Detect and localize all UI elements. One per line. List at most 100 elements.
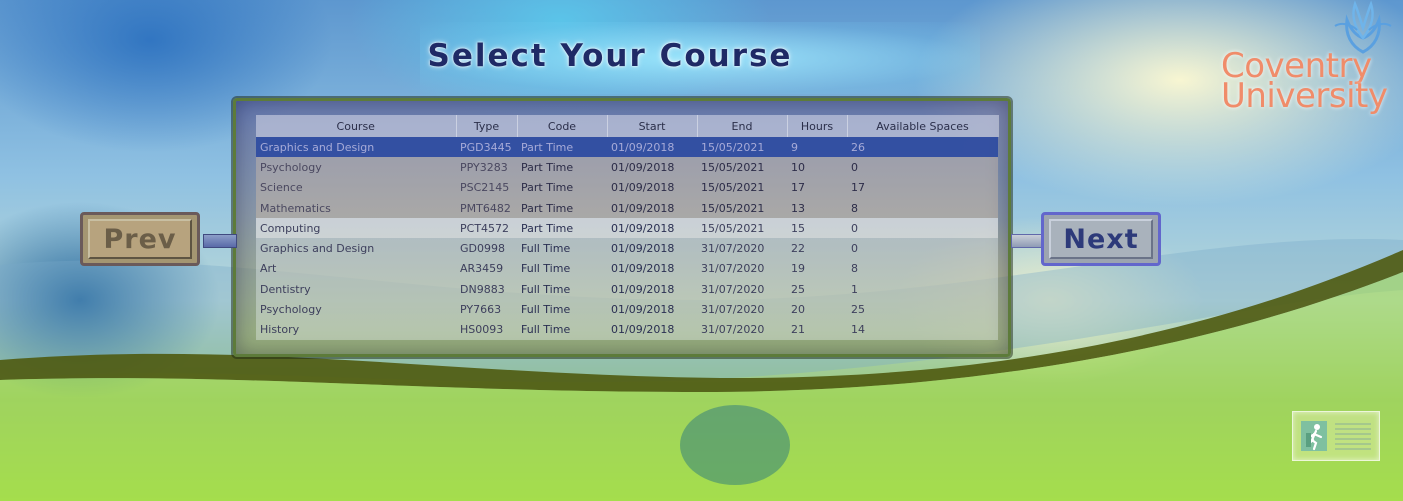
column-header[interactable]: Course bbox=[256, 115, 457, 137]
cell-course: Graphics and Design bbox=[256, 137, 456, 158]
cell-course: Graphics and Design bbox=[256, 238, 456, 259]
page-title: Select Your Course bbox=[427, 38, 793, 74]
cell-start: 01/09/2018 bbox=[607, 319, 697, 340]
cell-type: AR3459 bbox=[456, 258, 517, 280]
cell-course: Science bbox=[256, 177, 456, 198]
cell-end: 15/05/2021 bbox=[697, 157, 787, 178]
cell-code: Part Time bbox=[517, 197, 607, 219]
logo-word-2: University bbox=[1221, 76, 1388, 116]
exit-icon bbox=[1301, 421, 1371, 451]
column-header[interactable]: End bbox=[697, 115, 788, 137]
cell-end: 31/07/2020 bbox=[697, 238, 787, 259]
cell-end: 31/07/2020 bbox=[697, 299, 787, 320]
cell-spaces: 14 bbox=[847, 319, 998, 340]
table-row[interactable]: Graphics and Design GD0998 Full Time 01/… bbox=[256, 238, 998, 259]
cell-hours: 15 bbox=[787, 218, 847, 239]
next-button-label: Next bbox=[1049, 219, 1153, 259]
table-row[interactable]: Science PSC2145 Part Time 01/09/2018 15/… bbox=[256, 177, 998, 198]
table-row[interactable]: Psychology PPY3283 Part Time 01/09/2018 … bbox=[256, 157, 998, 178]
cell-spaces: 17 bbox=[847, 177, 998, 198]
cell-spaces: 0 bbox=[847, 238, 998, 259]
cell-course: Psychology bbox=[256, 157, 456, 178]
column-header[interactable]: Type bbox=[456, 115, 518, 137]
next-button[interactable]: Next bbox=[1041, 212, 1161, 266]
prev-connector bbox=[203, 234, 237, 248]
cell-course: Art bbox=[256, 258, 456, 280]
cell-end: 15/05/2021 bbox=[697, 218, 787, 239]
cell-start: 01/09/2018 bbox=[607, 197, 697, 219]
cell-type: PMT6482 bbox=[456, 197, 517, 219]
cell-code: Full Time bbox=[517, 299, 607, 320]
exit-button[interactable] bbox=[1292, 411, 1380, 461]
cell-start: 01/09/2018 bbox=[607, 279, 697, 300]
cell-spaces: 25 bbox=[847, 299, 998, 320]
cell-hours: 17 bbox=[787, 177, 847, 198]
prev-button[interactable]: Prev bbox=[80, 212, 200, 266]
cell-start: 01/09/2018 bbox=[607, 157, 697, 178]
column-header[interactable]: Available Spaces bbox=[847, 115, 999, 137]
cell-code: Full Time bbox=[517, 238, 607, 259]
cell-type: PPY3283 bbox=[456, 157, 517, 178]
table-row[interactable]: Computing PCT4572 Part Time 01/09/2018 1… bbox=[256, 218, 998, 239]
cell-code: Full Time bbox=[517, 258, 607, 280]
cell-end: 15/05/2021 bbox=[697, 177, 787, 198]
column-header[interactable]: Hours bbox=[787, 115, 848, 137]
cell-type: HS0093 bbox=[456, 319, 517, 340]
cell-spaces: 8 bbox=[847, 197, 998, 219]
cell-spaces: 0 bbox=[847, 218, 998, 239]
cell-start: 01/09/2018 bbox=[607, 177, 697, 198]
next-connector bbox=[1011, 234, 1045, 248]
cell-hours: 9 bbox=[787, 137, 847, 158]
cell-start: 01/09/2018 bbox=[607, 137, 697, 158]
cell-start: 01/09/2018 bbox=[607, 218, 697, 239]
cell-hours: 13 bbox=[787, 197, 847, 219]
cell-hours: 10 bbox=[787, 157, 847, 178]
cell-course: Dentistry bbox=[256, 279, 456, 300]
cell-spaces: 1 bbox=[847, 279, 998, 300]
table-row[interactable]: Psychology PY7663 Full Time 01/09/2018 3… bbox=[256, 299, 998, 320]
coventry-university-logo: Coventry University bbox=[1215, 0, 1395, 120]
cell-hours: 25 bbox=[787, 279, 847, 300]
cell-type: PGD3445 bbox=[456, 137, 517, 158]
cell-code: Part Time bbox=[517, 218, 607, 239]
cell-type: PY7663 bbox=[456, 299, 517, 320]
cell-type: PCT4572 bbox=[456, 218, 517, 239]
prev-button-label: Prev bbox=[88, 219, 192, 259]
table-header-row: Course Type Code Start End Hours Availab… bbox=[256, 115, 999, 137]
cell-code: Full Time bbox=[517, 279, 607, 300]
cell-spaces: 26 bbox=[847, 137, 998, 158]
cell-start: 01/09/2018 bbox=[607, 258, 697, 280]
cell-start: 01/09/2018 bbox=[607, 299, 697, 320]
cell-end: 31/07/2020 bbox=[697, 279, 787, 300]
cell-code: Part Time bbox=[517, 137, 607, 158]
cell-spaces: 8 bbox=[847, 258, 998, 280]
cell-course: Psychology bbox=[256, 299, 456, 320]
cell-end: 31/07/2020 bbox=[697, 319, 787, 340]
cell-hours: 21 bbox=[787, 319, 847, 340]
cell-course: Mathematics bbox=[256, 197, 456, 219]
cell-code: Part Time bbox=[517, 177, 607, 198]
cell-hours: 20 bbox=[787, 299, 847, 320]
cell-end: 15/05/2021 bbox=[697, 197, 787, 219]
table-row[interactable]: Dentistry DN9883 Full Time 01/09/2018 31… bbox=[256, 279, 998, 300]
cell-spaces: 0 bbox=[847, 157, 998, 178]
cell-code: Full Time bbox=[517, 319, 607, 340]
cell-type: GD0998 bbox=[456, 238, 517, 259]
cell-hours: 19 bbox=[787, 258, 847, 280]
course-table[interactable]: Course Type Code Start End Hours Availab… bbox=[256, 115, 999, 340]
cell-code: Part Time bbox=[517, 157, 607, 178]
cell-hours: 22 bbox=[787, 238, 847, 259]
table-row[interactable]: History HS0093 Full Time 01/09/2018 31/0… bbox=[256, 319, 998, 340]
column-header[interactable]: Code bbox=[517, 115, 608, 137]
cell-end: 31/07/2020 bbox=[697, 258, 787, 280]
table-row[interactable]: Graphics and Design PGD3445 Part Time 01… bbox=[256, 137, 998, 158]
cell-course: Computing bbox=[256, 218, 456, 239]
cell-start: 01/09/2018 bbox=[607, 238, 697, 259]
table-row[interactable]: Mathematics PMT6482 Part Time 01/09/2018… bbox=[256, 197, 998, 219]
cell-type: PSC2145 bbox=[456, 177, 517, 198]
cell-type: DN9883 bbox=[456, 279, 517, 300]
column-header[interactable]: Start bbox=[607, 115, 698, 137]
table-row[interactable]: Art AR3459 Full Time 01/09/2018 31/07/20… bbox=[256, 258, 998, 280]
cell-end: 15/05/2021 bbox=[697, 137, 787, 158]
cell-course: History bbox=[256, 319, 456, 340]
